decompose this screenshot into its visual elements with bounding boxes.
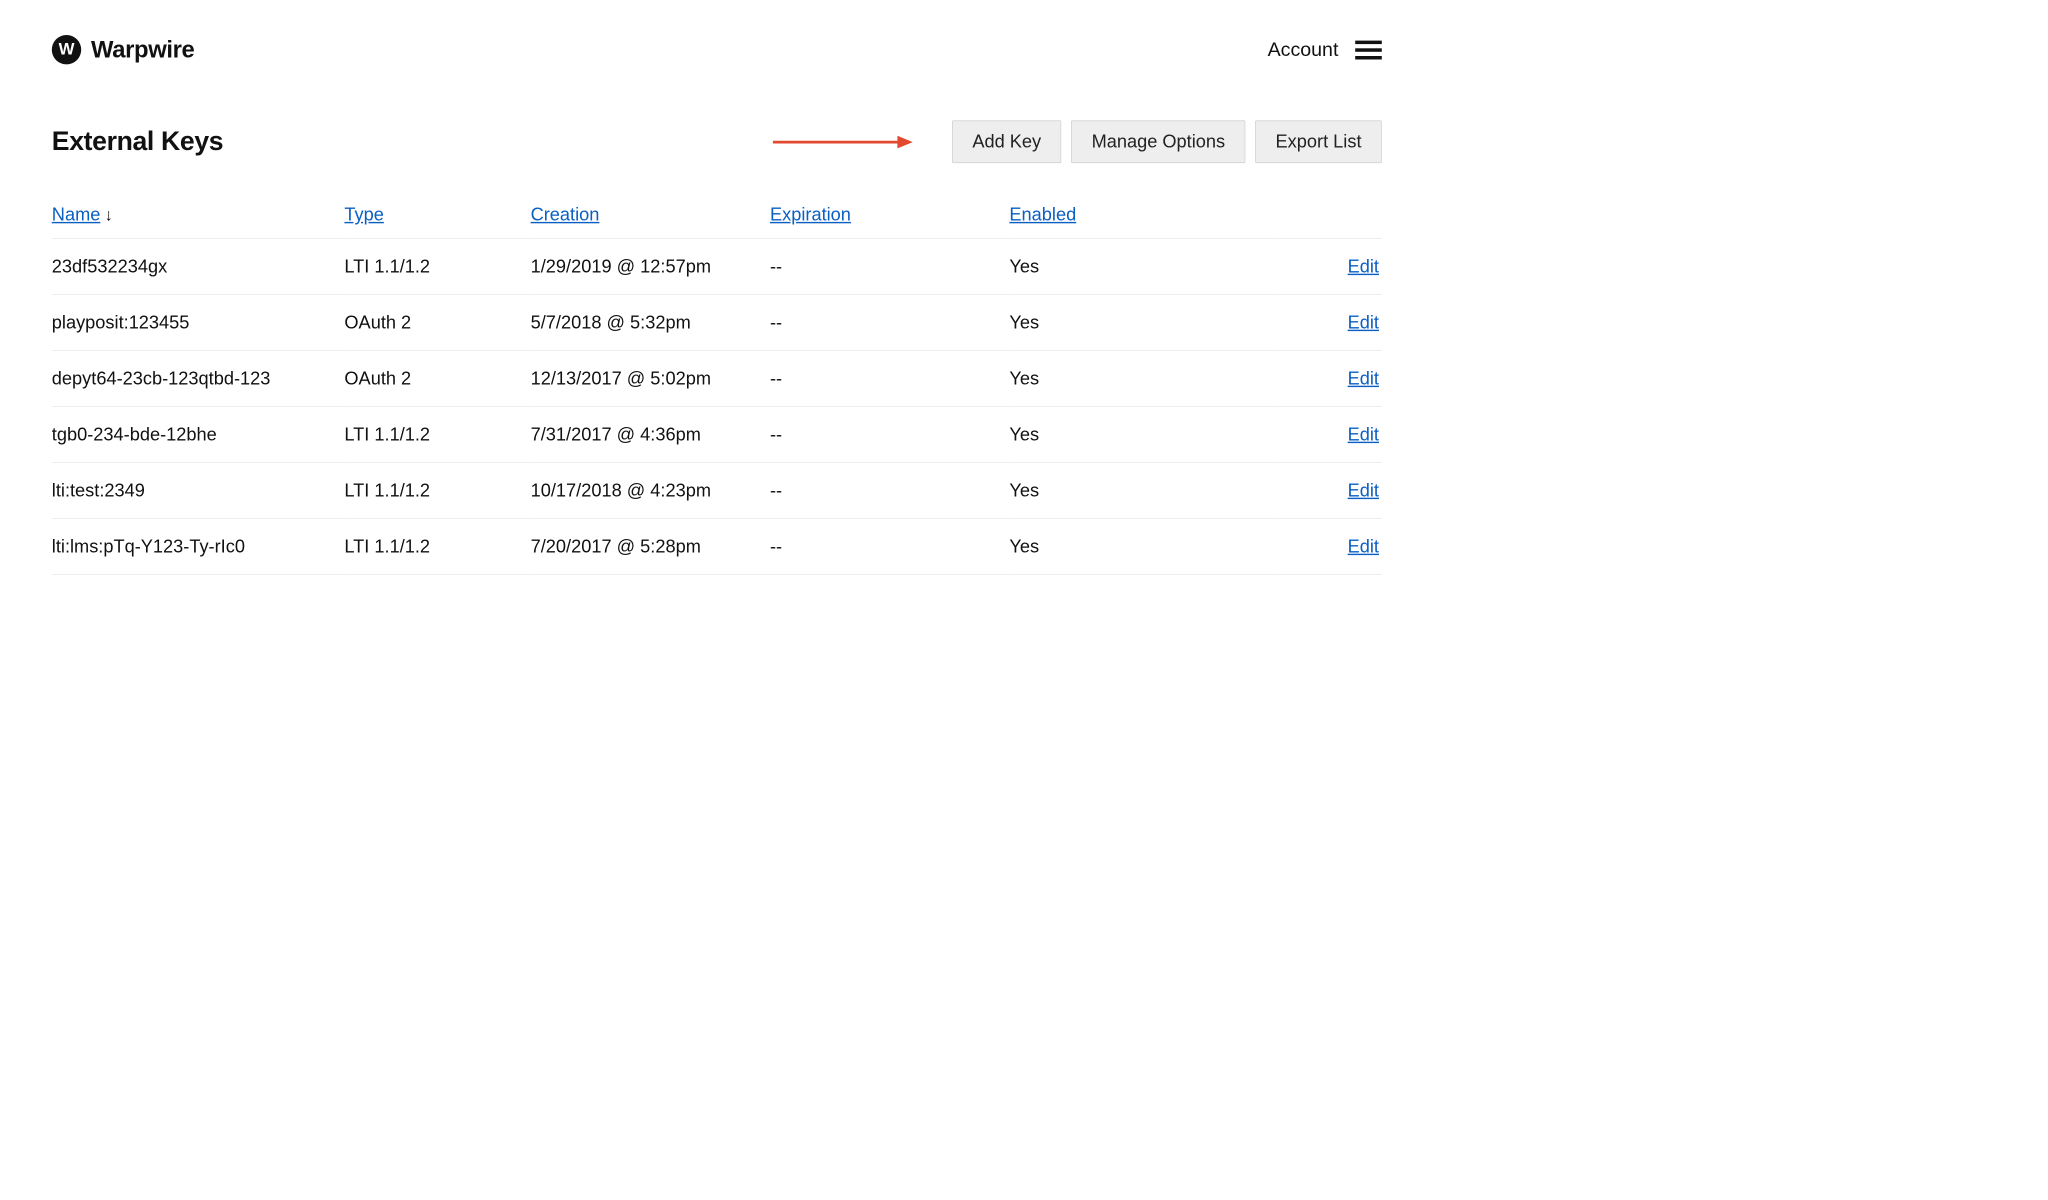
- column-header-enabled[interactable]: Enabled: [1009, 204, 1076, 225]
- cell-enabled: Yes: [1009, 462, 1275, 518]
- column-header-type[interactable]: Type: [344, 204, 383, 225]
- cell-type: LTI 1.1/1.2: [344, 238, 530, 294]
- cell-edit: Edit: [1275, 462, 1381, 518]
- cell-edit: Edit: [1275, 518, 1381, 574]
- cell-type: LTI 1.1/1.2: [344, 462, 530, 518]
- cell-name: playposit:123455: [52, 294, 345, 350]
- column-header-creation[interactable]: Creation: [531, 204, 600, 225]
- brand: W Warpwire: [52, 35, 195, 64]
- table-row: lti:test:2349LTI 1.1/1.210/17/2018 @ 4:2…: [52, 462, 1382, 518]
- cell-edit: Edit: [1275, 406, 1381, 462]
- edit-link[interactable]: Edit: [1348, 312, 1379, 333]
- table-row: lti:lms:pTq-Y123-Ty-rIc0LTI 1.1/1.27/20/…: [52, 518, 1382, 574]
- edit-link[interactable]: Edit: [1348, 255, 1379, 276]
- hamburger-menu-icon[interactable]: [1355, 40, 1382, 59]
- cell-edit: Edit: [1275, 238, 1381, 294]
- cell-edit: Edit: [1275, 350, 1381, 406]
- cell-name: tgb0-234-bde-12bhe: [52, 406, 345, 462]
- cell-name: 23df532234gx: [52, 238, 345, 294]
- edit-link[interactable]: Edit: [1348, 368, 1379, 389]
- edit-link[interactable]: Edit: [1348, 424, 1379, 445]
- column-header-expiration[interactable]: Expiration: [770, 204, 851, 225]
- table-row: 23df532234gxLTI 1.1/1.21/29/2019 @ 12:57…: [52, 238, 1382, 294]
- export-list-button[interactable]: Export List: [1255, 120, 1382, 163]
- table-row: depyt64-23cb-123qtbd-123OAuth 212/13/201…: [52, 350, 1382, 406]
- cell-name: lti:lms:pTq-Y123-Ty-rIc0: [52, 518, 345, 574]
- add-key-button[interactable]: Add Key: [952, 120, 1061, 163]
- edit-link[interactable]: Edit: [1348, 536, 1379, 557]
- table-header-row: Name↓ Type Creation Expiration Enabled: [52, 191, 1382, 238]
- cell-creation: 5/7/2018 @ 5:32pm: [531, 294, 770, 350]
- sort-indicator-icon: ↓: [105, 206, 113, 225]
- cell-expiration: --: [770, 350, 1009, 406]
- cell-type: OAuth 2: [344, 350, 530, 406]
- cell-creation: 7/31/2017 @ 4:36pm: [531, 406, 770, 462]
- cell-name: lti:test:2349: [52, 462, 345, 518]
- cell-type: LTI 1.1/1.2: [344, 406, 530, 462]
- cell-creation: 12/13/2017 @ 5:02pm: [531, 350, 770, 406]
- manage-options-button[interactable]: Manage Options: [1071, 120, 1245, 163]
- cell-enabled: Yes: [1009, 350, 1275, 406]
- cell-enabled: Yes: [1009, 518, 1275, 574]
- cell-type: LTI 1.1/1.2: [344, 518, 530, 574]
- page-title: External Keys: [52, 127, 223, 157]
- cell-type: OAuth 2: [344, 294, 530, 350]
- header: W Warpwire Account: [52, 35, 1382, 64]
- cell-expiration: --: [770, 406, 1009, 462]
- brand-logo-icon: W: [52, 35, 81, 64]
- cell-enabled: Yes: [1009, 238, 1275, 294]
- edit-link[interactable]: Edit: [1348, 480, 1379, 501]
- page-heading-row: External Keys Add Key Manage Options Exp…: [52, 120, 1382, 163]
- arrow-annotation-icon: [773, 133, 913, 150]
- account-link[interactable]: Account: [1268, 39, 1339, 61]
- cell-creation: 7/20/2017 @ 5:28pm: [531, 518, 770, 574]
- cell-expiration: --: [770, 462, 1009, 518]
- cell-creation: 10/17/2018 @ 4:23pm: [531, 462, 770, 518]
- cell-expiration: --: [770, 294, 1009, 350]
- header-right: Account: [1268, 39, 1382, 61]
- cell-expiration: --: [770, 518, 1009, 574]
- cell-enabled: Yes: [1009, 406, 1275, 462]
- cell-creation: 1/29/2019 @ 12:57pm: [531, 238, 770, 294]
- action-buttons: Add Key Manage Options Export List: [952, 120, 1382, 163]
- cell-edit: Edit: [1275, 294, 1381, 350]
- external-keys-table: Name↓ Type Creation Expiration Enabled 2…: [52, 191, 1382, 575]
- table-row: playposit:123455OAuth 25/7/2018 @ 5:32pm…: [52, 294, 1382, 350]
- column-header-name[interactable]: Name: [52, 204, 101, 225]
- cell-enabled: Yes: [1009, 294, 1275, 350]
- cell-expiration: --: [770, 238, 1009, 294]
- table-row: tgb0-234-bde-12bheLTI 1.1/1.27/31/2017 @…: [52, 406, 1382, 462]
- brand-name: Warpwire: [91, 36, 194, 63]
- cell-name: depyt64-23cb-123qtbd-123: [52, 350, 345, 406]
